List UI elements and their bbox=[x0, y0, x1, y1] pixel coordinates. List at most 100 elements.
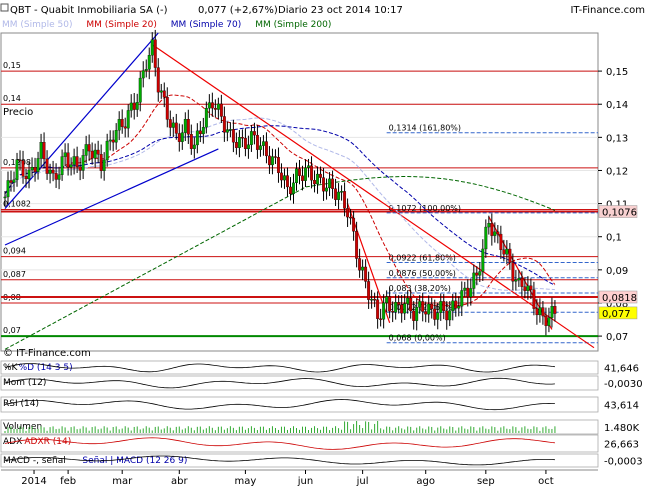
candle-body bbox=[454, 300, 458, 309]
candle-body bbox=[18, 159, 22, 161]
candle-body bbox=[532, 289, 536, 309]
candle-body bbox=[346, 208, 350, 218]
candle-body bbox=[33, 167, 37, 172]
legend-item: MM (Simple 50) bbox=[2, 20, 72, 30]
x-tick-label: abr bbox=[171, 476, 188, 487]
brand-label: IT-Finance.com bbox=[570, 5, 645, 16]
candle-body bbox=[340, 191, 344, 193]
candle-body bbox=[6, 180, 10, 198]
candle-body bbox=[219, 103, 223, 117]
level-label: 0,15 bbox=[3, 61, 21, 70]
candle-body bbox=[382, 302, 386, 320]
candle-body bbox=[153, 39, 157, 68]
candle-body bbox=[331, 178, 335, 189]
candle-body bbox=[177, 133, 181, 142]
candle-body bbox=[237, 137, 241, 148]
candle-body bbox=[295, 168, 298, 184]
candle-body bbox=[421, 301, 425, 312]
candle-body bbox=[487, 223, 491, 228]
candle-body bbox=[424, 311, 428, 315]
y-tick-label: 0,12 bbox=[606, 166, 628, 177]
indicator-pane bbox=[0, 375, 599, 391]
candle-body bbox=[267, 155, 271, 166]
candle-body bbox=[72, 156, 76, 165]
x-tick-label: mar bbox=[112, 476, 133, 487]
collapse-icon[interactable] bbox=[0, 3, 9, 12]
candle-body bbox=[150, 39, 154, 56]
candle-body bbox=[511, 262, 515, 282]
candle-body bbox=[84, 144, 88, 156]
candle-body bbox=[385, 296, 389, 304]
candle-body bbox=[433, 308, 437, 320]
candle-body bbox=[213, 107, 217, 110]
candle-body bbox=[397, 302, 401, 305]
candle-body bbox=[252, 131, 256, 136]
candle-body bbox=[499, 233, 503, 250]
candle-body bbox=[325, 187, 328, 192]
y-tick-label: 0,13 bbox=[606, 133, 628, 144]
candle-body bbox=[165, 97, 169, 120]
y-tick-label: 0,07 bbox=[606, 332, 628, 343]
candle-body bbox=[81, 155, 85, 171]
candle-body bbox=[466, 287, 470, 298]
candle-body bbox=[553, 306, 557, 314]
candle-body bbox=[111, 139, 115, 143]
candle-body bbox=[355, 231, 359, 259]
x-tick-label: feb bbox=[60, 476, 76, 487]
candle-body bbox=[105, 140, 109, 161]
candle-body bbox=[376, 299, 380, 319]
fib-label: 0,083 (38,20%) bbox=[389, 284, 451, 293]
candle-body bbox=[39, 142, 43, 159]
candle-body bbox=[159, 90, 163, 93]
candle-body bbox=[138, 77, 142, 103]
x-tick-label: jun bbox=[297, 476, 313, 487]
candle-body bbox=[478, 271, 482, 276]
indicator-pane bbox=[0, 360, 599, 375]
y-tick-label: 0,15 bbox=[606, 67, 628, 78]
candle-body bbox=[391, 311, 395, 313]
indicator-value: 41,646 bbox=[604, 364, 639, 375]
candle-body bbox=[12, 179, 16, 183]
candle-body bbox=[274, 156, 277, 158]
candle-body bbox=[69, 164, 73, 168]
candle-body bbox=[96, 149, 100, 155]
candle-body bbox=[240, 137, 244, 139]
candle-body bbox=[322, 177, 325, 192]
candle-body bbox=[168, 119, 172, 128]
level-label: 0,07 bbox=[3, 326, 21, 335]
candle-body bbox=[358, 258, 362, 271]
candle-body bbox=[406, 297, 410, 304]
candle-body bbox=[481, 248, 485, 272]
candle-body bbox=[204, 108, 208, 128]
candle-body bbox=[301, 175, 304, 181]
candle-body bbox=[246, 144, 250, 150]
x-tick-label: sep bbox=[477, 476, 495, 487]
candle-body bbox=[78, 166, 82, 171]
candle-body bbox=[370, 299, 374, 301]
candle-body bbox=[9, 180, 13, 183]
stock-chart: QBT - Quabit Inmobiliaria SA (-) 0,077 (… bbox=[0, 3, 645, 487]
candle-body bbox=[388, 296, 392, 312]
candle-body bbox=[400, 304, 404, 314]
chart-header: QBT - Quabit Inmobiliaria SA (-) 0,077 (… bbox=[0, 3, 645, 30]
indicator-panes: %K %D (14 3 5) 41,646Mom (12) -0,0030RSI (1… bbox=[0, 360, 643, 468]
candle-body bbox=[189, 134, 193, 149]
candle-body bbox=[45, 158, 49, 174]
candle-body bbox=[192, 144, 196, 149]
candle-body bbox=[195, 130, 199, 146]
price-badge-label: 0,077 bbox=[602, 309, 631, 320]
candle-body bbox=[352, 217, 356, 232]
candle-body bbox=[207, 102, 211, 109]
fib-label: 0,068 (0,00%) bbox=[389, 334, 446, 343]
candle-body bbox=[66, 152, 70, 168]
candle-body bbox=[126, 110, 130, 129]
indicator-params: ADXR (14) bbox=[24, 437, 71, 447]
x-tick-label: jul bbox=[356, 476, 369, 487]
candle-body bbox=[180, 132, 184, 142]
candle-body bbox=[48, 169, 52, 174]
candle-body bbox=[283, 175, 286, 181]
candle-body bbox=[304, 167, 307, 181]
price-badge-label: 0,1076 bbox=[602, 208, 637, 219]
candle-body bbox=[174, 122, 178, 134]
candle-body bbox=[535, 308, 539, 316]
